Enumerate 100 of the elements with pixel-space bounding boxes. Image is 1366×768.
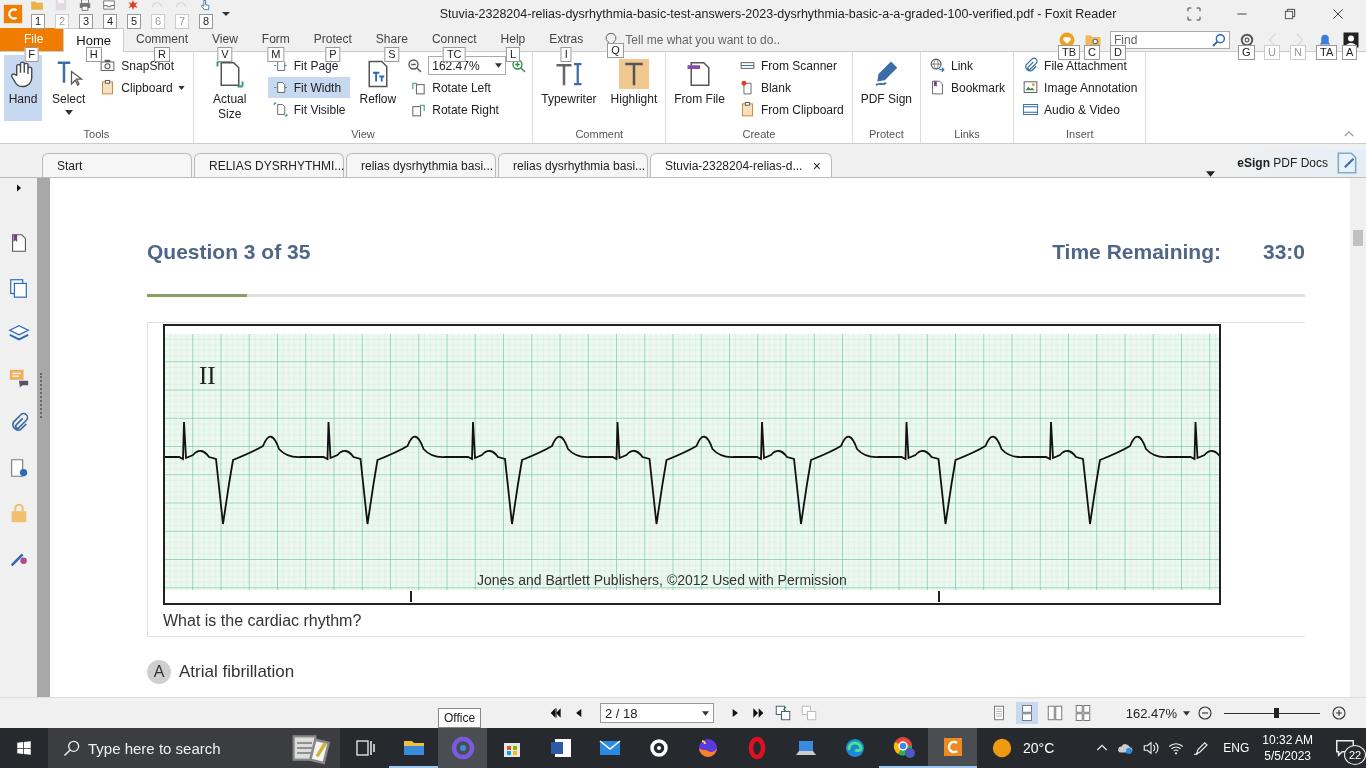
close-tab-button[interactable]: × bbox=[812, 157, 821, 174]
first-page-icon[interactable] bbox=[548, 705, 564, 721]
fit-visible-icon bbox=[271, 101, 289, 118]
keytip-tooltip: P bbox=[325, 47, 341, 62]
resize-handle[interactable] bbox=[40, 373, 45, 418]
back-view-icon[interactable] bbox=[774, 704, 792, 722]
paperclip-icon bbox=[1022, 57, 1040, 74]
pointer-icon bbox=[198, 0, 212, 12]
menu-tab[interactable]: Extras bbox=[537, 28, 596, 47]
ribbon-button[interactable]: Highlight bbox=[606, 55, 662, 121]
globe-link-icon bbox=[929, 57, 946, 74]
app-logo-icon[interactable] bbox=[2, 3, 24, 25]
plus-icon[interactable] bbox=[1330, 704, 1348, 722]
collapse-icon[interactable] bbox=[1344, 130, 1354, 137]
credit-text: Jones and Bartlett Publishers, ©2012 Used with Permission bbox=[477, 572, 847, 588]
clock[interactable]: 10:32 AM 5/5/2023 bbox=[1262, 732, 1313, 764]
page-number-field[interactable]: 2 / 18 bbox=[600, 703, 714, 723]
ribbon-button[interactable]: Audio & Video bbox=[1018, 99, 1142, 120]
slider-thumb[interactable] bbox=[1273, 707, 1279, 718]
highlight-icon bbox=[618, 59, 649, 89]
quick-access-button[interactable] bbox=[78, 0, 92, 12]
keytip-tooltip: R bbox=[154, 47, 170, 62]
caret-icon[interactable] bbox=[1183, 710, 1190, 716]
group-label: Create bbox=[741, 128, 777, 142]
page-icon bbox=[214, 59, 245, 89]
find-field[interactable]: Find bbox=[1110, 30, 1230, 49]
ribbon-button[interactable]: Fit Visible bbox=[267, 99, 350, 120]
keytip-tooltip: S bbox=[384, 47, 400, 62]
minus-icon[interactable] bbox=[1196, 704, 1214, 722]
quick-access-button[interactable] bbox=[198, 0, 212, 12]
camera-icon bbox=[99, 57, 117, 74]
ribbon-button[interactable]: Image Annotation bbox=[1018, 77, 1142, 98]
document-tab[interactable]: Start bbox=[42, 153, 192, 177]
ribbon-button[interactable]: Blank bbox=[734, 77, 848, 98]
lead-label: II bbox=[199, 362, 216, 390]
weather-widget[interactable]: 20°C bbox=[991, 737, 1055, 759]
search-icon[interactable] bbox=[1211, 31, 1227, 48]
keytip-tooltip: F bbox=[24, 47, 40, 62]
menu-tab[interactable]: Comment bbox=[124, 28, 201, 47]
document-tab[interactable]: relias dysrhythmia basi... bbox=[498, 153, 648, 177]
caret-icon bbox=[495, 63, 503, 68]
close-icon[interactable] bbox=[1330, 6, 1346, 22]
keytip-tooltip: 6 bbox=[151, 14, 166, 29]
comment-icon[interactable] bbox=[7, 367, 30, 389]
keytip-tooltip: 2 bbox=[55, 14, 70, 29]
menu-tab[interactable]: Protect bbox=[301, 28, 364, 47]
ribbon-button[interactable]: Link bbox=[925, 55, 1010, 76]
speaker-icon[interactable] bbox=[1142, 739, 1161, 757]
keytip-tooltip: 4 bbox=[103, 14, 118, 29]
document-tab[interactable]: Stuvia-2328204-relias-d... × bbox=[650, 153, 832, 177]
vertical-scrollbar[interactable] bbox=[1350, 178, 1366, 697]
ribbon-button[interactable]: Fit Width bbox=[267, 77, 350, 98]
ribbon-button[interactable]: Rotate Left bbox=[406, 77, 529, 98]
keytip-tooltip: 1 bbox=[31, 14, 46, 29]
quick-access-button[interactable] bbox=[102, 0, 116, 12]
taskbar-search-field[interactable]: Type here to search bbox=[48, 728, 340, 768]
group-label: Insert bbox=[1065, 128, 1095, 142]
notification-count: 22 bbox=[1344, 745, 1366, 765]
ribbon-button[interactable]: Rotate Right bbox=[406, 99, 529, 120]
tell-me-field[interactable]: Tell me what you want to do.. bbox=[623, 31, 828, 48]
ribbon-button[interactable]: PDF Sign bbox=[856, 55, 916, 121]
language-indicator[interactable]: ENG bbox=[1223, 741, 1250, 755]
menu-tab[interactable]: Help bbox=[488, 28, 538, 47]
ribbon-button[interactable]: From Clipboard bbox=[734, 99, 848, 120]
view-mode-button[interactable] bbox=[1015, 702, 1038, 724]
keytip-tooltip: TA bbox=[1316, 44, 1338, 60]
image-icon bbox=[1022, 79, 1040, 96]
question-counter: Question 3 of 35 bbox=[147, 240, 311, 264]
document-w-icon bbox=[548, 736, 573, 760]
document-tab[interactable]: relias dysrhythmia basi... bbox=[346, 153, 496, 177]
menu-tab[interactable]: View bbox=[200, 28, 250, 47]
windows-icon bbox=[15, 739, 33, 757]
document-tab[interactable]: RELIAS DYSRHYTHMI... bbox=[194, 153, 344, 177]
group-label: View bbox=[350, 128, 376, 142]
ribbon-button[interactable]: Bookmark bbox=[925, 77, 1010, 98]
facing-pages-icon bbox=[1045, 704, 1064, 722]
keytip-tooltip: N bbox=[1290, 44, 1306, 60]
restore-icon[interactable] bbox=[1282, 6, 1298, 22]
question-text: What is the cardiac rhythm? bbox=[163, 612, 363, 630]
ribbon-button[interactable]: From Scanner bbox=[734, 55, 848, 76]
film-icon bbox=[1022, 101, 1040, 118]
keytip-tooltip: 5 bbox=[127, 14, 142, 29]
pages-icon[interactable] bbox=[7, 277, 30, 299]
ribbon-button[interactable]: Hand bbox=[4, 55, 42, 121]
printer-icon bbox=[78, 0, 92, 12]
ribbon-button[interactable]: Clipboard bbox=[95, 77, 189, 98]
answer-option[interactable]: A Atrial fibrillation bbox=[147, 660, 1350, 684]
tray-icon bbox=[102, 0, 116, 12]
search-glass-icon bbox=[62, 738, 82, 758]
burst-icon bbox=[126, 0, 140, 12]
menu-tab[interactable]: Connect bbox=[419, 28, 489, 47]
menu-tab[interactable]: Share bbox=[363, 28, 420, 47]
bookmark-icon bbox=[929, 79, 946, 96]
folder-icon bbox=[30, 0, 44, 12]
menu-tab[interactable]: Form bbox=[249, 28, 302, 47]
keytip-tooltip: 8 bbox=[199, 14, 214, 29]
quick-access-button[interactable] bbox=[126, 0, 140, 12]
taskbar-app-button[interactable] bbox=[928, 728, 977, 768]
ring-logo-icon bbox=[450, 736, 475, 760]
ribbon-button[interactable]: From File bbox=[670, 55, 729, 121]
